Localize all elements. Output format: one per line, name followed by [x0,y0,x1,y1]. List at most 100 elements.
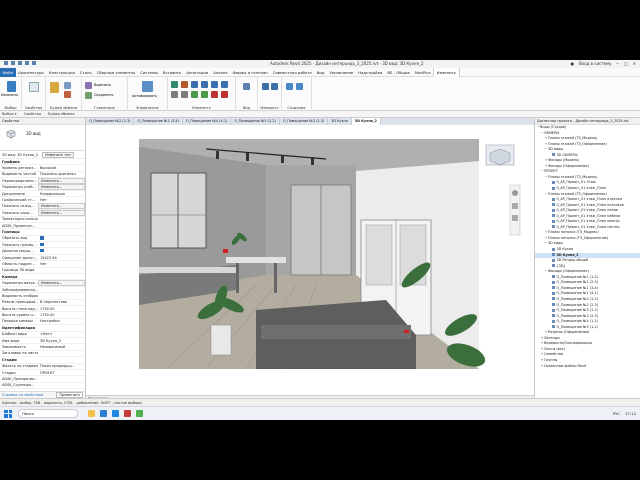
ribbon-tab[interactable]: Системы [138,68,161,77]
property-value[interactable]: В перспективе [38,300,85,304]
ribbon-tab[interactable]: Файл [0,67,16,77]
split-icon[interactable] [181,91,188,98]
select-dropdown[interactable]: Выбор ▾ [2,112,17,116]
property-value[interactable] [38,242,85,248]
checkbox-checked[interactable] [40,248,44,253]
properties-help-link[interactable]: Справка по свойствам [2,393,43,397]
minimize-icon[interactable]: ─ [616,61,618,66]
user-icon[interactable]: ● [571,61,575,66]
navigation-bar[interactable] [509,184,521,236]
offset-icon[interactable] [181,81,188,88]
clock[interactable]: 17:12 [625,411,636,416]
property-value[interactable]: Изменить... [38,203,85,210]
redo-icon[interactable] [25,61,29,65]
modify-cursor-icon[interactable] [7,81,16,92]
taskbar-search[interactable]: Поиск [18,409,78,418]
ribbon-tab[interactable]: Вид [314,68,327,77]
quick-access-toolbar[interactable] [4,61,36,65]
property-value[interactable]: Координация [38,192,85,196]
property-value[interactable]: ПРОЕКТ [38,371,85,375]
save-icon[interactable] [11,61,15,65]
property-value[interactable] [38,248,85,254]
property-value[interactable]: 15422.94 [38,256,85,260]
print-icon[interactable] [32,61,36,65]
ribbon-tab[interactable]: BS - Общие [385,68,412,77]
sign-in-link[interactable]: Вход в систему [579,61,611,66]
undo-icon[interactable] [18,61,22,65]
view-tab[interactable]: О_Помещение №3 (2-3) [280,118,329,125]
ribbon-tab[interactable]: Конструкция [46,68,77,77]
ribbon-tab[interactable]: Архитектура [16,68,47,77]
join-geometry-label[interactable]: Соединить [94,93,113,97]
ribbon-tab[interactable]: Аннотации [184,68,211,77]
delete-icon[interactable] [221,91,228,98]
scale-icon[interactable] [201,91,208,98]
activate-icon[interactable] [142,81,153,92]
hide-view-icon[interactable] [243,83,250,90]
cut-icon[interactable] [64,91,71,98]
array-icon[interactable] [191,91,198,98]
mirror-icon[interactable] [191,81,198,88]
browser-item[interactable]: +Связанные файлы Revit [535,364,640,370]
property-value[interactable]: Изменить... [38,184,85,191]
windows-start-icon[interactable] [4,409,12,418]
create-parts-icon[interactable] [296,83,303,90]
cope-icon[interactable] [85,82,92,89]
view-tab[interactable]: О_Помещение №4 (4-1) [183,118,232,125]
property-value[interactable]: Изменить... [38,177,85,184]
dimension-icon[interactable] [271,83,278,90]
property-value[interactable]: Показ предыдущ... [38,364,85,368]
property-value[interactable]: Настройка [38,319,85,323]
ribbon-tab[interactable]: Управление [327,68,356,77]
property-value[interactable] [38,236,85,241]
type-selector[interactable]: 3D вид [0,125,85,151]
ribbon-tab[interactable]: ModPlus [412,68,433,77]
property-value[interactable]: <Нет> [38,332,85,336]
paste-icon[interactable] [50,82,59,93]
property-value[interactable]: Показать оригинал [38,172,85,176]
viewcube[interactable] [485,144,515,166]
app-icon[interactable] [136,410,143,417]
revit-icon[interactable] [112,410,119,417]
ribbon-tab[interactable]: Совместная работа [270,68,314,77]
instance-select[interactable]: 3D вид: 3D Кухня_2 [2,153,38,157]
ribbon-tab[interactable]: Формы и генплан [230,68,270,77]
maximize-icon[interactable]: □ [624,61,628,66]
3d-view-canvas[interactable] [86,125,534,395]
view-tab[interactable]: О_Помещение №5 (1-2) [231,118,280,125]
ribbon-tab[interactable]: Надстройки [356,68,385,77]
view-tab[interactable]: О_Помещение №1 (3-4) [134,118,183,125]
property-value[interactable]: 1750.00 [38,313,85,317]
file-explorer-icon[interactable] [88,410,95,417]
ribbon-tab[interactable]: Сталь [77,68,94,77]
modify-button-label[interactable]: Изменить [1,93,18,97]
property-value[interactable]: Нет [38,262,85,266]
rotate-icon[interactable] [221,81,228,88]
view-tab[interactable]: 3D Кухня [328,118,352,125]
view-tab[interactable]: О_Помещение №2 (2-3) [86,118,135,125]
property-value[interactable]: Высокий [38,166,85,170]
property-value[interactable]: 1750.00 [38,307,85,311]
copy-element-icon[interactable] [211,81,218,88]
property-value[interactable]: 3D Кухня_2 [38,339,85,343]
properties-icon[interactable] [29,82,39,92]
view-tab[interactable]: 3D Кухня_2 [351,118,381,125]
checkbox-checked[interactable] [40,236,44,240]
edit-type-button[interactable]: Изменить тип [42,151,74,158]
ribbon-tab[interactable]: Анализ [211,68,230,77]
align-icon[interactable] [171,81,178,88]
checkbox-checked[interactable] [40,242,44,247]
activate-button-label[interactable]: Активировать [132,94,157,98]
trim-icon[interactable] [171,91,178,98]
ribbon-tab[interactable]: Изменить [433,67,460,77]
cut-geometry-label[interactable]: Вырезать [94,83,111,87]
create-assembly-icon[interactable] [286,83,293,90]
property-value[interactable]: Нет [38,198,85,202]
property-value[interactable]: Изменить... [38,209,85,216]
3d-kitchen-render[interactable] [86,125,534,395]
property-value[interactable]: Изменить... [38,280,85,287]
edge-icon[interactable] [100,410,107,417]
copy-icon[interactable] [64,82,71,89]
open-icon[interactable] [4,61,8,65]
language-indicator[interactable]: РУС [613,411,620,416]
